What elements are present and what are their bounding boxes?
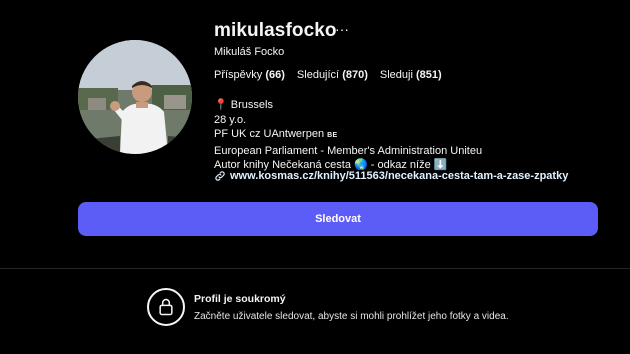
profile-page: mikulasfocko ··· Mikuláš Focko Příspěvky… xyxy=(0,0,630,354)
school-name: PF UK xyxy=(214,128,247,140)
followers-count: (870) xyxy=(342,69,368,81)
avatar[interactable] xyxy=(78,40,192,154)
bio-location: 📍 Brussels xyxy=(214,98,482,113)
posts-label: Příspěvky xyxy=(214,69,263,81)
follow-button[interactable]: Sledovat xyxy=(78,202,598,236)
work-text: European Parliament - Member's Administr… xyxy=(214,144,470,157)
profile-stats: Příspěvky (66) Sledující (870) Sleduji (… xyxy=(214,69,442,81)
pin-icon: 📍 xyxy=(214,99,228,111)
profile-full-name: Mikuláš Focko xyxy=(214,46,285,58)
link-url: www.kosmas.cz/knihy/511563/necekana-cest… xyxy=(230,170,569,182)
bio-school: PF UK cz UAntwerpen BE xyxy=(214,127,482,144)
link-icon xyxy=(215,171,225,181)
location-text: Brussels xyxy=(230,99,273,111)
be-flag-icon: BE xyxy=(327,132,338,139)
divider xyxy=(0,268,630,269)
bio-work: European Parliament - Member's Administr… xyxy=(214,144,482,159)
followers-stat[interactable]: Sledující (870) xyxy=(297,69,368,81)
more-options-icon[interactable]: ··· xyxy=(335,22,349,36)
profile-username: mikulasfocko xyxy=(214,20,337,41)
profile-bio: 📍 Brussels 28 y.o. PF UK cz UAntwerpen B… xyxy=(214,98,482,173)
avatar-photo xyxy=(78,40,192,154)
profile-link[interactable]: www.kosmas.cz/knihy/511563/necekana-cest… xyxy=(214,170,568,182)
bio-age: 28 y.o. xyxy=(214,113,247,126)
private-profile-title: Profil je soukromý xyxy=(194,293,286,305)
posts-count: (66) xyxy=(265,69,285,81)
following-label: Sleduji xyxy=(379,69,413,81)
posts-stat[interactable]: Příspěvky (66) xyxy=(214,69,285,81)
private-profile-text: Začněte uživatele sledovat, abyste si mo… xyxy=(194,311,509,322)
following-stat[interactable]: Sleduji (851) xyxy=(380,69,442,81)
school-second: UAntwerpen xyxy=(263,128,325,140)
cz-flag-icon: cz xyxy=(249,128,261,140)
following-count: (851) xyxy=(415,69,442,81)
lock-icon xyxy=(147,288,185,326)
eu-flag-icon: eu xyxy=(469,144,483,157)
followers-label: Sledující xyxy=(296,69,340,81)
